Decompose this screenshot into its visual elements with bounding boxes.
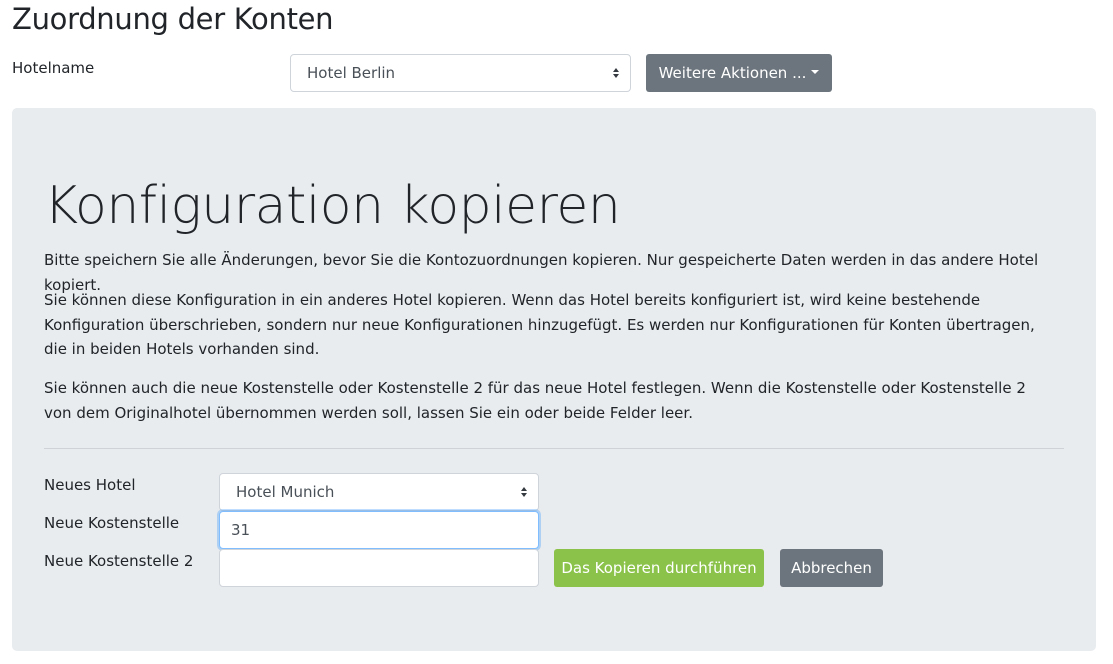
new-hotel-select[interactable]: Hotel Munich bbox=[219, 473, 539, 511]
select-arrows-icon bbox=[613, 68, 619, 78]
new-hotel-label: Neues Hotel bbox=[44, 476, 136, 494]
divider bbox=[44, 448, 1064, 449]
hotel-select[interactable]: Hotel Berlin bbox=[290, 54, 631, 92]
cost-center2-input[interactable] bbox=[219, 549, 539, 587]
cost-center2-label: Neue Kostenstelle 2 bbox=[44, 552, 194, 570]
chevron-down-icon bbox=[811, 70, 820, 74]
execute-copy-button[interactable]: Das Kopieren durchführen bbox=[554, 549, 764, 587]
hotel-select-value: Hotel Berlin bbox=[307, 64, 396, 82]
panel-title: Konfiguration kopieren bbox=[44, 176, 621, 236]
cost-center-label: Neue Kostenstelle bbox=[44, 514, 180, 532]
cancel-button[interactable]: Abbrechen bbox=[780, 549, 883, 587]
info-paragraph-copy: Sie können diese Konfiguration in ein an… bbox=[44, 291, 1035, 358]
cost-center-input[interactable] bbox=[219, 511, 539, 549]
more-actions-button[interactable]: Weitere Aktionen ... bbox=[646, 54, 832, 92]
select-arrows-icon bbox=[521, 487, 527, 497]
hotel-name-label: Hotelname bbox=[12, 59, 95, 77]
more-actions-label: Weitere Aktionen ... bbox=[658, 64, 807, 82]
page-title: Zuordnung der Konten bbox=[12, 2, 334, 36]
new-hotel-select-value: Hotel Munich bbox=[236, 483, 335, 501]
copy-config-panel: Konfiguration kopieren Bitte speichern S… bbox=[12, 108, 1096, 651]
info-paragraph-cost-center: Sie können auch die neue Kostenstelle od… bbox=[44, 379, 1026, 422]
